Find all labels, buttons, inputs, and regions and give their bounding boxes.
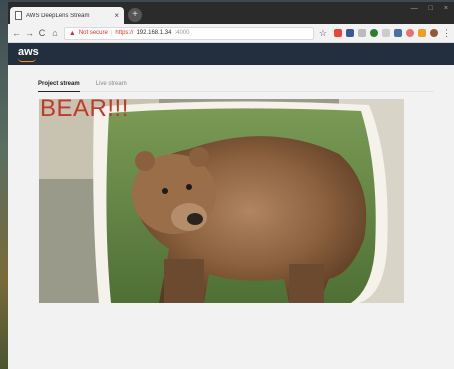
window-controls: — □ ×	[411, 5, 448, 12]
browser-toolbar: ← → C ⌂ ▲ Not secure | https://192.168.1…	[8, 24, 454, 43]
document-icon	[15, 11, 22, 20]
extension-icon[interactable]	[381, 29, 390, 37]
url-port: :4000	[174, 30, 190, 36]
aws-navbar: aws	[8, 43, 454, 65]
extension-icon[interactable]	[405, 29, 414, 37]
aws-smile-icon	[18, 58, 36, 62]
extension-icon[interactable]	[357, 29, 366, 37]
tab-close-icon[interactable]: ×	[114, 11, 119, 20]
aws-logo-text: aws	[18, 46, 39, 58]
security-label: Not secure	[78, 30, 108, 36]
tab-project-stream[interactable]: Project stream	[38, 81, 80, 92]
aws-logo[interactable]: aws	[18, 46, 39, 62]
url-scheme: https://	[115, 30, 134, 36]
warning-icon: ▲	[68, 29, 76, 37]
browser-tab-strip: AWS DeepLens Stream × + — □ ×	[8, 2, 454, 24]
main-content: Project stream Live stream BEAR!!!	[8, 65, 454, 365]
extension-icon[interactable]	[369, 29, 378, 37]
profile-avatar[interactable]	[429, 29, 438, 37]
back-button[interactable]: ←	[12, 28, 21, 38]
extension-icon[interactable]	[333, 29, 342, 37]
maximize-button[interactable]: □	[429, 5, 433, 12]
extension-icon[interactable]	[417, 29, 426, 37]
video-stream: BEAR!!!	[39, 99, 404, 303]
forward-button[interactable]: →	[25, 28, 34, 38]
address-bar[interactable]: ▲ Not secure | https://192.168.1.34:4000	[63, 26, 314, 40]
star-icon[interactable]: ☆	[319, 28, 327, 39]
extension-icon[interactable]	[345, 29, 354, 37]
extension-icons: ⋮	[333, 28, 451, 38]
detection-label: BEAR!!!	[40, 99, 129, 122]
home-button[interactable]: ⌂	[51, 28, 59, 38]
stream-frame-image	[39, 99, 404, 303]
browser-window: AWS DeepLens Stream × + — □ × ← → C ⌂ ▲ …	[8, 2, 454, 369]
minimize-button[interactable]: —	[411, 5, 418, 12]
browser-tab[interactable]: AWS DeepLens Stream ×	[10, 7, 124, 24]
new-tab-button[interactable]: +	[128, 8, 142, 22]
menu-icon[interactable]: ⋮	[442, 28, 451, 38]
close-window-button[interactable]: ×	[444, 5, 448, 12]
url-host: 192.168.1.34	[136, 30, 172, 36]
extension-icon[interactable]	[393, 29, 402, 37]
tab-title: AWS DeepLens Stream	[26, 12, 90, 19]
separator: |	[110, 30, 113, 36]
reload-button[interactable]: C	[38, 28, 46, 38]
tab-live-stream[interactable]: Live stream	[96, 81, 127, 92]
